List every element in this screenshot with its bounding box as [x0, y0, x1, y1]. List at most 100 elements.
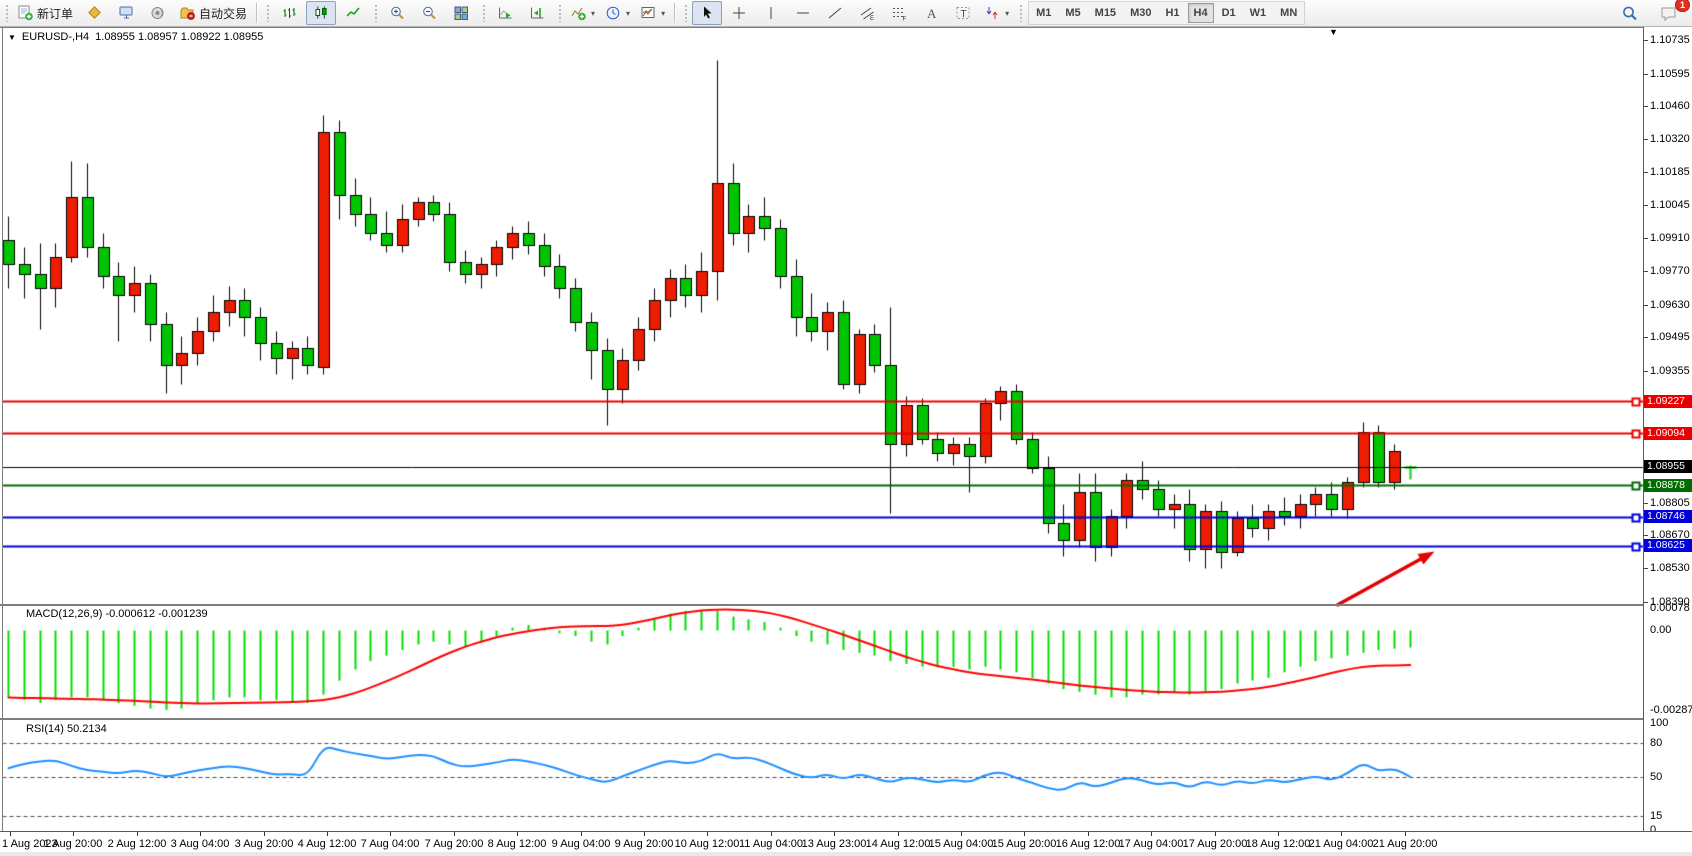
price-tick-label: 1.08530: [1650, 562, 1690, 574]
time-tick-label: 3 Aug 04:00: [171, 838, 230, 850]
trading-terminal: 新订单自动交易▾▾▾EFAT▾M1M5M15M30H1H4D1W1MN 1 ▼ …: [0, 0, 1692, 856]
price-tick-label: 1.10320: [1650, 133, 1690, 145]
price-tick-mark: [1644, 271, 1648, 272]
price-tick-label: 1.09630: [1650, 299, 1690, 311]
price-tick-mark: [1644, 139, 1648, 140]
time-tick-label: 3 Aug 20:00: [235, 838, 294, 850]
time-tick-mark: [390, 832, 391, 836]
price-tick-mark: [1644, 172, 1648, 173]
price-tick-mark: [1644, 205, 1648, 206]
price-tick-label: 1.09495: [1650, 331, 1690, 343]
time-tick-mark: [1024, 832, 1025, 836]
chart-canvas[interactable]: [0, 0, 1692, 856]
price-tick-label: 1.10185: [1650, 166, 1690, 178]
rsi-tick-label: 15: [1650, 810, 1662, 822]
time-tick-label: 9 Aug 20:00: [615, 838, 674, 850]
price-tick-label: 1.09910: [1650, 232, 1690, 244]
last-bar-marker-icon: ▼: [1329, 27, 1338, 37]
price-tick-label: 1.10735: [1650, 34, 1690, 46]
time-tick-mark: [137, 832, 138, 836]
time-tick-label: 15 Aug 04:00: [929, 838, 994, 850]
time-tick-mark: [1088, 832, 1089, 836]
time-tick-mark: [1215, 832, 1216, 836]
time-tick-mark: [1341, 832, 1342, 836]
symbol-dropdown-icon[interactable]: ▼: [8, 33, 16, 42]
macd-tick-label: 0.00: [1650, 624, 1671, 636]
time-tick-label: 17 Aug 04:00: [1119, 838, 1184, 850]
time-tick-label: 14 Aug 12:00: [866, 838, 931, 850]
time-tick-mark: [1405, 832, 1406, 836]
chart-top-border: [0, 27, 1692, 28]
time-tick-mark: [707, 832, 708, 836]
time-tick-label: 11 Aug 04:00: [739, 838, 803, 850]
time-tick-mark: [961, 832, 962, 836]
time-tick-mark: [73, 832, 74, 836]
price-line-badge: 1.08746: [1644, 510, 1692, 523]
price-line-badge: 1.08878: [1644, 479, 1692, 492]
rsi-tick-label: 100: [1650, 717, 1668, 729]
price-tick-label: 1.10595: [1650, 68, 1690, 80]
macd-tick-label: -0.002871: [1650, 704, 1692, 716]
time-tick-label: 7 Aug 20:00: [425, 838, 484, 850]
price-tick-mark: [1644, 238, 1648, 239]
rsi-tick-label: 80: [1650, 737, 1662, 749]
symbol-period-label: EURUSD-,H4: [22, 31, 89, 43]
chart-title: ▼ EURUSD-,H4 1.08955 1.08957 1.08922 1.0…: [8, 31, 263, 43]
status-strip: [0, 852, 1692, 856]
price-tick-mark: [1644, 40, 1648, 41]
macd-tick-label: 0.00078: [1650, 602, 1690, 614]
price-tick-label: 1.10045: [1650, 199, 1690, 211]
price-tick-label: 1.09355: [1650, 365, 1690, 377]
time-tick-label: 8 Aug 12:00: [488, 838, 547, 850]
time-tick-label: 21 Aug 04:00: [1309, 838, 1374, 850]
price-tick-mark: [1644, 602, 1648, 603]
time-tick-label: 16 Aug 12:00: [1056, 838, 1121, 850]
price-line-badge: 1.09094: [1644, 427, 1692, 440]
price-tick-mark: [1644, 106, 1648, 107]
time-tick-label: 9 Aug 04:00: [552, 838, 611, 850]
time-tick-mark: [264, 832, 265, 836]
time-tick-label: 15 Aug 20:00: [992, 838, 1057, 850]
time-tick-label: 4 Aug 12:00: [298, 838, 357, 850]
time-tick-mark: [771, 832, 772, 836]
time-tick-mark: [327, 832, 328, 836]
time-tick-mark: [898, 832, 899, 836]
time-tick-label: 18 Aug 12:00: [1246, 838, 1311, 850]
time-tick-label: 2 Aug 12:00: [108, 838, 167, 850]
rsi-pane-separator[interactable]: [0, 718, 1692, 720]
time-tick-label: 17 Aug 20:00: [1183, 838, 1248, 850]
price-line-badge: 1.09227: [1644, 395, 1692, 408]
rsi-indicator-label: RSI(14) 50.2134: [26, 723, 107, 735]
price-tick-mark: [1644, 74, 1648, 75]
price-tick-mark: [1644, 503, 1648, 504]
ohlc-values: 1.08955 1.08957 1.08922 1.08955: [95, 31, 263, 43]
macd-pane-separator[interactable]: [0, 604, 1692, 606]
price-tick-mark: [1644, 305, 1648, 306]
macd-indicator-label: MACD(12,26,9) -0.000612 -0.001239: [26, 608, 208, 620]
time-tick-mark: [834, 832, 835, 836]
price-tick-label: 1.08805: [1650, 497, 1690, 509]
time-tick-label: 21 Aug 20:00: [1373, 838, 1438, 850]
time-tick-mark: [517, 832, 518, 836]
time-tick-mark: [454, 832, 455, 836]
time-tick-mark: [10, 832, 11, 836]
price-tick-mark: [1644, 568, 1648, 569]
price-tick-label: 1.10460: [1650, 100, 1690, 112]
time-tick-mark: [1151, 832, 1152, 836]
price-tick-label: 1.09770: [1650, 265, 1690, 277]
time-tick-mark: [644, 832, 645, 836]
time-tick-label: 7 Aug 04:00: [361, 838, 420, 850]
price-tick-mark: [1644, 535, 1648, 536]
price-line-badge: 1.08625: [1644, 539, 1692, 552]
time-tick-label: 10 Aug 12:00: [675, 838, 740, 850]
price-tick-mark: [1644, 337, 1648, 338]
price-line-badge: 1.08955: [1644, 460, 1692, 473]
time-axis[interactable]: 1 Aug 20231 Aug 20:002 Aug 12:003 Aug 04…: [0, 831, 1692, 853]
time-tick-mark: [1278, 832, 1279, 836]
time-tick-label: 13 Aug 23:00: [802, 838, 867, 850]
rsi-tick-label: 50: [1650, 771, 1662, 783]
price-tick-mark: [1644, 371, 1648, 372]
time-tick-mark: [200, 832, 201, 836]
time-tick-label: 1 Aug 20:00: [44, 838, 103, 850]
time-tick-mark: [581, 832, 582, 836]
